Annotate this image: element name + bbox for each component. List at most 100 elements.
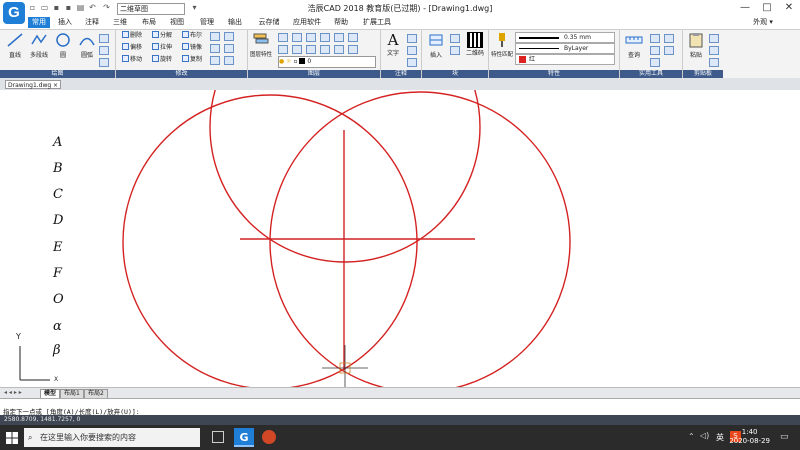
powerpoint-taskbar-icon[interactable] (262, 430, 276, 444)
tab-scroll-arrows[interactable]: ◂ ◂ ▸ ▸ (4, 389, 22, 396)
layer-tool-icon[interactable] (278, 33, 288, 42)
minimize-button[interactable]: — (734, 0, 756, 16)
utility-tool-icon[interactable] (664, 46, 674, 55)
taskbar-search-input[interactable]: ⌕ 在这里输入你要搜索的内容 (24, 428, 200, 447)
layer-tool-icon[interactable] (348, 45, 358, 54)
input-method-indicator[interactable]: 英 (716, 432, 724, 443)
task-view-icon[interactable] (212, 431, 224, 443)
utility-tool-icon[interactable] (650, 46, 660, 55)
table-icon[interactable] (407, 58, 417, 67)
command-line[interactable]: 指定下一点或 [角度(A)/长度(L)/放弃(U)]: (0, 398, 800, 416)
rotate-button[interactable]: 旋转 (152, 55, 172, 65)
layer-select[interactable]: ● ☼ ▫ 0 (278, 56, 376, 68)
tab-annotate[interactable]: 注释 (81, 17, 103, 28)
stretch-button[interactable]: 拉伸 (152, 43, 172, 53)
utility-tool-icon[interactable] (650, 58, 660, 67)
region-icon[interactable] (99, 58, 109, 67)
notification-icon[interactable]: ▭ (780, 432, 789, 442)
drawing-canvas[interactable]: A B C D E F O α β Y X (0, 90, 800, 387)
layer-tool-icon[interactable] (334, 45, 344, 54)
trim-icon[interactable] (210, 32, 220, 41)
layer-tool-icon[interactable] (320, 33, 330, 42)
gstarcad-taskbar-icon[interactable]: G (234, 428, 254, 447)
copy-button[interactable]: 复制 (182, 55, 202, 65)
line-button[interactable]: 直线 (4, 32, 26, 59)
layer-tool-icon[interactable] (292, 45, 302, 54)
dimension-icon[interactable] (407, 34, 417, 43)
move-button[interactable]: 移动 (122, 55, 142, 65)
workspace-select[interactable]: 二维草图 (117, 3, 185, 15)
utility-tool-icon[interactable] (664, 34, 674, 43)
layer-tool-icon[interactable] (348, 33, 358, 42)
layer-tool-icon[interactable] (320, 45, 330, 54)
tab-output[interactable]: 输出 (224, 17, 246, 28)
insert-block-button[interactable]: 插入 (425, 32, 447, 59)
redo-icon[interactable]: ↷ (102, 3, 111, 12)
match-properties-button[interactable]: 特性匹配 (491, 32, 513, 58)
tray-chevron-icon[interactable]: ⌃ (688, 432, 695, 441)
tab-3d[interactable]: 三维 (109, 17, 131, 28)
close-icon[interactable]: × (53, 81, 58, 90)
tab-cloud-storage[interactable]: 云存储 (254, 17, 284, 28)
copy-icon (182, 55, 189, 62)
layer-tool-icon[interactable] (292, 33, 302, 42)
format-painter-icon[interactable] (709, 58, 719, 67)
edit-block-icon[interactable] (450, 46, 460, 55)
document-tab[interactable]: Drawing1.dwg × (5, 80, 61, 89)
tab-layout[interactable]: 布局 (138, 17, 160, 28)
explode-button[interactable]: 分解 (152, 31, 172, 41)
query-button[interactable]: 查询 (623, 32, 645, 59)
scale-icon[interactable] (210, 56, 220, 65)
mirror-button[interactable]: 镜像 (182, 43, 202, 53)
lineweight-select[interactable]: 0.35 mm (515, 32, 615, 43)
arc-button[interactable]: 圆弧 (76, 32, 98, 59)
app-logo[interactable]: G (3, 2, 25, 24)
tab-manage[interactable]: 管理 (196, 17, 218, 28)
text-button[interactable]: A 文字 (382, 32, 404, 57)
tab-view[interactable]: 视图 (166, 17, 188, 28)
customize-icon[interactable]: ▾ (190, 3, 199, 12)
boolean-button[interactable]: 布尔 (182, 31, 202, 41)
tab-help[interactable]: 帮助 (330, 17, 352, 28)
tab-apps[interactable]: 应用软件 (290, 17, 324, 28)
extend-icon[interactable] (224, 32, 234, 41)
open-file-icon[interactable]: ▭ (40, 3, 49, 12)
cut-icon[interactable] (709, 34, 719, 43)
volume-icon[interactable]: ◁) (700, 431, 709, 440)
fillet-icon[interactable] (210, 44, 220, 53)
erase-button[interactable]: 删除 (122, 31, 142, 41)
undo-icon[interactable]: ↶ (88, 3, 97, 12)
copy-clip-icon[interactable] (709, 46, 719, 55)
utility-tool-icon[interactable] (650, 34, 660, 43)
paste-button[interactable]: 粘贴 (685, 32, 707, 59)
array-icon[interactable] (224, 56, 234, 65)
circle-button[interactable]: 圆 (52, 32, 74, 59)
color-select[interactable]: 红 (515, 54, 615, 65)
linetype-select[interactable]: ByLayer (515, 43, 615, 54)
layer-tool-icon[interactable] (278, 45, 288, 54)
polyline-button[interactable]: 多段线 (28, 32, 50, 59)
leader-icon[interactable] (407, 46, 417, 55)
tab-home[interactable]: 常用 (28, 17, 50, 28)
rectangle-icon[interactable] (99, 34, 109, 43)
layer-tool-icon[interactable] (306, 33, 316, 42)
layer-properties-button[interactable]: 图层特性 (250, 32, 272, 58)
qrcode-button[interactable]: 二维码 (464, 32, 486, 57)
close-button[interactable]: ✕ (778, 0, 800, 16)
maximize-button[interactable]: □ (756, 0, 778, 16)
save-as-icon[interactable]: ▪ (64, 3, 73, 12)
create-block-icon[interactable] (450, 34, 460, 43)
windows-start-icon[interactable] (6, 432, 18, 444)
taskbar-clock[interactable]: 1:40 2020-08-29 (729, 428, 770, 446)
tab-extensions[interactable]: 扩展工具 (360, 17, 394, 28)
offset-button[interactable]: 偏移 (122, 43, 142, 53)
tab-insert[interactable]: 插入 (54, 17, 76, 28)
appearance-menu[interactable]: 外观 ▾ (748, 17, 778, 28)
new-file-icon[interactable]: ▫ (28, 3, 37, 12)
layer-tool-icon[interactable] (306, 45, 316, 54)
print-icon[interactable]: ▤ (76, 3, 85, 12)
layer-tool-icon[interactable] (334, 33, 344, 42)
hatch-icon[interactable] (99, 46, 109, 55)
chamfer-icon[interactable] (224, 44, 234, 53)
save-icon[interactable]: ▪ (52, 3, 61, 12)
